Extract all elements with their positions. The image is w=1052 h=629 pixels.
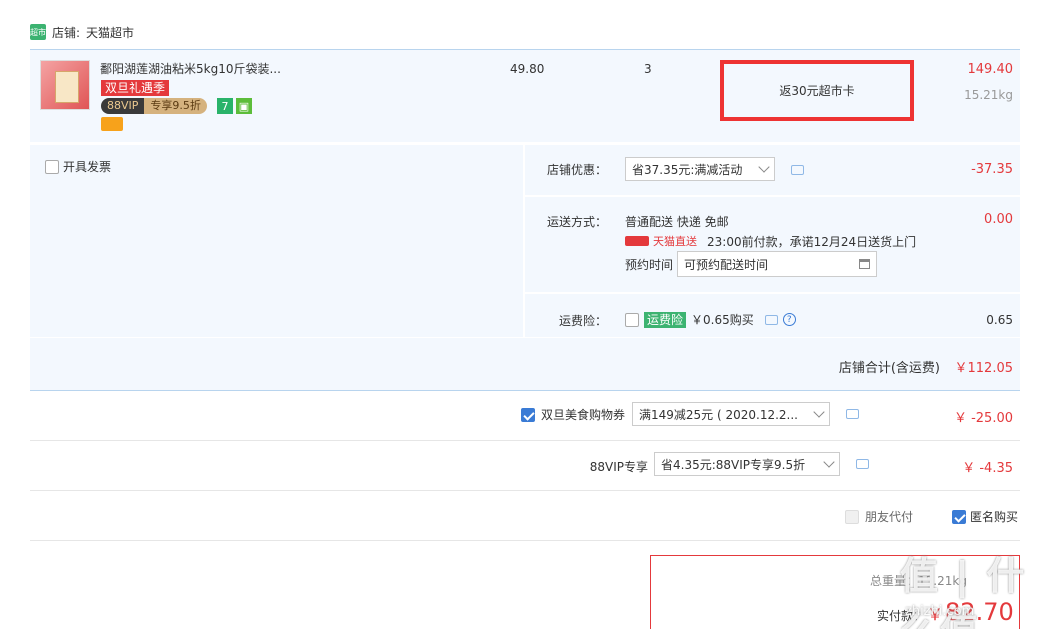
tmall-supermarket-icon: 超市 [30, 24, 46, 40]
coupon-value: 满149减25元 ( 2020.12.2... [639, 407, 799, 422]
coupon-amount: ￥ -25.00 [953, 411, 1013, 426]
invoice-label: 开具发票 [63, 160, 112, 174]
gift-icon: ▣ [236, 98, 252, 114]
vip88-label: 88VIP专享 [589, 460, 648, 474]
coupon-checkbox[interactable] [521, 407, 535, 422]
chat-icon[interactable] [846, 409, 859, 419]
anonymous-checkbox[interactable] [952, 509, 966, 524]
promo-tag: 双旦礼遇季 [101, 80, 170, 96]
chat-icon[interactable] [764, 314, 778, 325]
insurance-badge: 运费险 [644, 311, 687, 328]
vip88-value: 省4.35元:88VIP专享9.5折 [661, 457, 806, 472]
divider [30, 540, 1020, 541]
product-name[interactable]: 鄱阳湖莲湖油粘米5kg10斤袋装... [100, 60, 281, 77]
shop-total-label: 店铺合计(含运费) [838, 361, 940, 376]
insurance-option[interactable]: 运费险 ￥0.65购买 ? [625, 311, 796, 328]
seven-day-return-icon: 7 [217, 98, 233, 114]
tmall-direct-label: 天猫直送 [653, 235, 697, 248]
coupon-select[interactable]: 满149减25元 ( 2020.12.2... [632, 402, 830, 426]
shop-discount-label: 店铺优惠： [546, 163, 607, 177]
shipping-method: 普通配送 快递 免邮 [625, 215, 729, 229]
insurance-checkbox[interactable] [625, 312, 639, 327]
insurance-price: ￥0.65购买 [691, 313, 754, 327]
divider [30, 390, 1020, 391]
vip88-amount: ￥ -4.35 [962, 461, 1013, 476]
divider [30, 490, 1020, 491]
vip-tag-left: 88VIP [101, 98, 145, 114]
rebate-highlight-box: 返30元超市卡 [720, 60, 914, 121]
insurance-label: 运费险： [558, 314, 607, 328]
unit-price: 49.80 [510, 62, 545, 76]
friend-pay-label: 朋友代付 [865, 510, 914, 524]
anonymous-label: 匿名购买 [970, 510, 1019, 524]
shop-total-amount: ￥112.05 [954, 361, 1014, 376]
friend-pay-checkbox[interactable] [845, 509, 859, 524]
shop-discount-value: 省37.35元:满减活动 [632, 162, 743, 177]
chat-icon[interactable] [791, 165, 804, 175]
delivery-promise: 23:00前付款，承诺12月24日送货上门 [707, 235, 917, 249]
divider [30, 440, 1020, 441]
chat-icon[interactable] [856, 459, 869, 469]
friend-pay-option[interactable]: 朋友代付 [845, 508, 913, 525]
appointment-time-input[interactable]: 可预约配送时间 [677, 251, 877, 277]
item-subtotal: 149.40 [967, 62, 1014, 77]
shop-discount-amount: -37.35 [971, 162, 1013, 177]
shipping-label: 运送方式： [546, 215, 607, 229]
anonymous-option[interactable]: 匿名购买 [952, 508, 1018, 525]
shop-header: 超市 店铺: 天猫超市 [30, 22, 134, 42]
appointment-label: 预约时间 [625, 258, 674, 272]
shop-label: 店铺: [52, 25, 81, 40]
watermark-url: zhizhi.com [905, 604, 975, 619]
chevron-down-icon [758, 161, 770, 173]
coupon-option[interactable]: 双旦美食购物券 [521, 406, 625, 423]
shop-discount-select[interactable]: 省37.35元:满减活动 [625, 157, 775, 181]
product-thumbnail[interactable] [40, 60, 90, 110]
vip-tag-right: 专享9.5折 [144, 98, 207, 114]
question-icon[interactable]: ? [782, 313, 796, 326]
invoice-checkbox[interactable] [45, 159, 59, 174]
item-weight: 15.21kg [964, 88, 1013, 102]
shop-name[interactable]: 天猫超市 [86, 24, 134, 41]
vip-discount-tag: 88VIP 专享9.5折 [101, 98, 207, 114]
coupon-label: 双旦美食购物券 [541, 408, 626, 422]
vip88-select[interactable]: 省4.35元:88VIP专享9.5折 [654, 452, 840, 476]
chevron-down-icon [823, 456, 835, 468]
chevron-down-icon [813, 406, 825, 418]
quantity: 3 [644, 62, 652, 76]
card-icon [101, 117, 123, 131]
invoice-option[interactable]: 开具发票 [45, 158, 111, 175]
calendar-icon [859, 259, 870, 269]
rebate-text: 返30元超市卡 [779, 84, 855, 98]
shipping-amount: 0.00 [984, 212, 1013, 227]
tmall-logo-icon [625, 236, 649, 246]
appointment-placeholder: 可预约配送时间 [684, 257, 769, 272]
insurance-amount: 0.65 [986, 313, 1013, 327]
tmall-direct-badge: 天猫直送 [625, 233, 697, 249]
